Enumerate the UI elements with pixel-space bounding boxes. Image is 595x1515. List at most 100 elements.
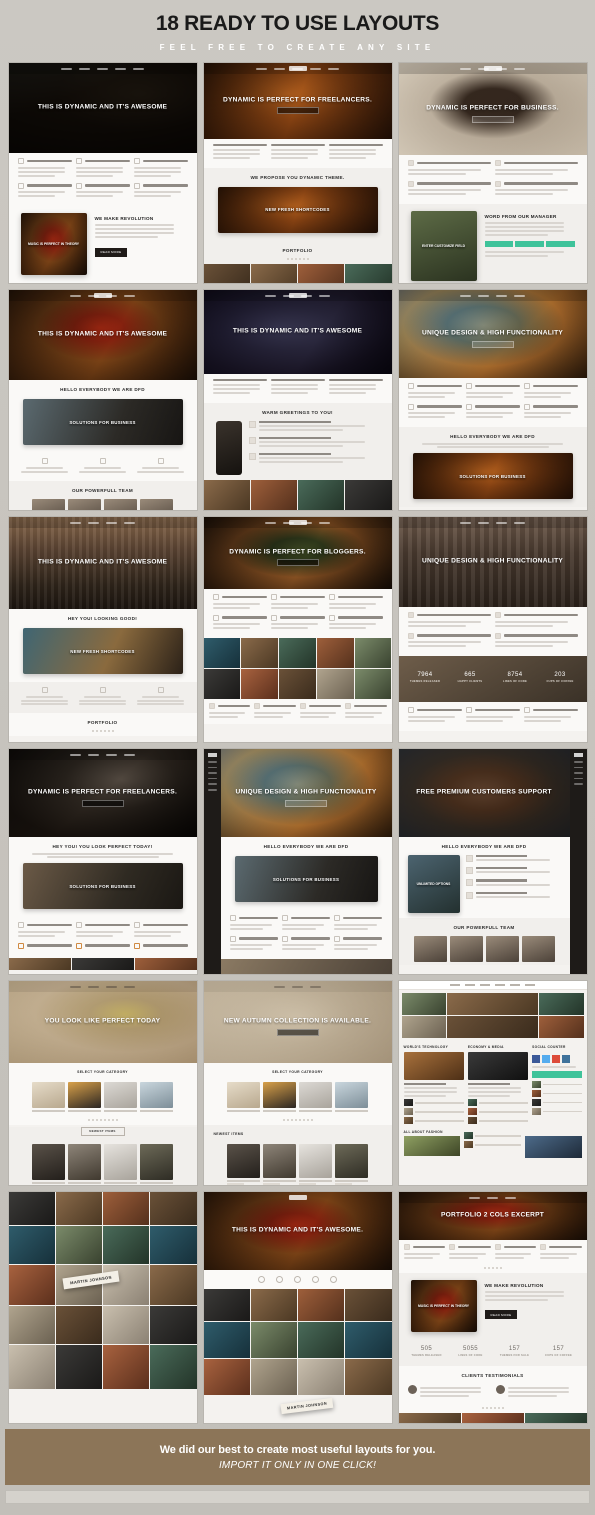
layout-thumbnail-5[interactable]: THIS IS DYNAMIC AND IT'S AWESOME WARM GR… <box>202 289 393 511</box>
portfolio-gallery[interactable] <box>8 958 197 970</box>
side-navigation[interactable] <box>569 749 587 974</box>
green-button[interactable] <box>545 241 575 247</box>
product-card[interactable] <box>263 1082 296 1112</box>
nav-link[interactable] <box>207 777 217 780</box>
post-list-item[interactable] <box>464 1132 521 1140</box>
product-card[interactable] <box>299 1082 332 1112</box>
layout-thumbnail-13[interactable]: YOU LOOK LIKE PERFECT TODAY SELECT YOUR … <box>7 980 198 1186</box>
layout-thumbnail-9[interactable]: UNIQUE DESIGN & HIGH FUNCTIONALITY 7964 T… <box>397 516 588 743</box>
post-image[interactable] <box>403 1052 464 1080</box>
hero-cta-button[interactable] <box>285 800 327 808</box>
hero-cta-button[interactable] <box>471 341 514 349</box>
nav-link[interactable] <box>573 761 583 763</box>
carousel-dots[interactable] <box>399 1265 587 1273</box>
layout-thumbnail-8[interactable]: DYNAMIC IS PERFECT FOR BLOGGERS. <box>202 516 393 743</box>
post-list-item[interactable] <box>532 1108 582 1115</box>
subscribe-button[interactable] <box>532 1071 582 1078</box>
nav-link[interactable] <box>207 788 217 791</box>
post-list-item[interactable] <box>467 1117 529 1125</box>
side-navigation[interactable] <box>203 749 221 974</box>
portfolio-gallery[interactable] <box>203 263 392 283</box>
layout-thumbnail-18[interactable]: PORTFOLIO 2 COLS EXCERPT MUSIC IS PERFEC… <box>397 1191 588 1424</box>
product-card[interactable] <box>104 1143 137 1185</box>
nav-link[interactable] <box>573 772 583 774</box>
category-row[interactable] <box>204 1077 392 1117</box>
layout-thumbnail-7[interactable]: THIS IS DYNAMIC AND IT'S AWESOME HEY YOU… <box>7 516 198 743</box>
hero-cta-button[interactable] <box>471 116 514 124</box>
layout-thumbnail-15[interactable]: WORLD'S TECHNOLOGY ECONOMY & MEDIA SOCIA… <box>397 980 588 1186</box>
product-card[interactable] <box>335 1143 368 1185</box>
carousel-dots[interactable] <box>204 1117 392 1125</box>
layout-thumbnail-4[interactable]: THIS IS DYNAMIC AND IT'S AWESOME HELLO E… <box>7 289 198 511</box>
nav-link[interactable] <box>207 761 217 763</box>
post-list-item[interactable] <box>467 1099 529 1107</box>
portfolio-masonry[interactable] <box>203 1289 392 1395</box>
product-card[interactable] <box>32 1143 65 1185</box>
post-list-item[interactable] <box>532 1081 582 1088</box>
layout-thumbnail-14[interactable]: NEW AUTUMN COLLECTION IS AVAILABLE. SELE… <box>202 980 393 1186</box>
hero-cta-button[interactable] <box>276 107 319 115</box>
facebook-icon[interactable] <box>532 1055 541 1063</box>
product-card[interactable] <box>140 1143 173 1185</box>
layout-thumbnail-12[interactable]: FREE PREMIUM CUSTOMERS SUPPORT HELLO EVE… <box>397 748 588 975</box>
products-row[interactable] <box>9 1139 197 1185</box>
filter-dots[interactable] <box>204 256 392 264</box>
post-list-item[interactable] <box>403 1099 464 1107</box>
post-list-item[interactable] <box>532 1090 582 1097</box>
product-card[interactable] <box>68 1082 101 1112</box>
green-button[interactable] <box>484 241 514 247</box>
product-card[interactable] <box>32 1082 65 1112</box>
layout-thumbnail-2[interactable]: DYNAMIC IS PERFECT FOR FREELANCERS. WE P… <box>202 62 393 284</box>
filter-dots[interactable] <box>9 728 197 736</box>
post-image[interactable] <box>403 1136 461 1157</box>
portfolio-masonry[interactable] <box>8 1192 197 1389</box>
nav-link[interactable] <box>207 766 217 769</box>
post-list-item[interactable] <box>403 1117 464 1125</box>
hero-cta-button[interactable] <box>276 558 319 566</box>
post-list-item[interactable] <box>532 1099 582 1106</box>
nav-link[interactable] <box>207 772 217 774</box>
nav-link[interactable] <box>573 777 583 780</box>
filter-dots[interactable] <box>399 1405 587 1413</box>
layout-thumbnail-1[interactable]: THIS IS DYNAMIC AND IT'S AWESOME MUSIC I… <box>7 62 198 284</box>
product-card[interactable] <box>68 1143 101 1185</box>
portfolio-gallery[interactable] <box>203 638 392 699</box>
green-button[interactable] <box>515 241 544 247</box>
layout-thumbnail-17[interactable]: THIS IS DYNAMIC AND IT'S AWESOME. MARTIN… <box>202 1191 393 1424</box>
layout-thumbnail-11[interactable]: UNIQUE DESIGN & HIGH FUNCTIONALITY HELLO… <box>202 748 393 975</box>
layout-thumbnail-10[interactable]: DYNAMIC IS PERFECT FOR FREELANCERS. HEY … <box>7 748 198 975</box>
carousel-dots[interactable] <box>9 1117 197 1125</box>
nav-link[interactable] <box>573 783 583 785</box>
post-list-item[interactable] <box>464 1141 521 1149</box>
twitter-icon[interactable] <box>542 1055 551 1063</box>
category-row[interactable] <box>9 1077 197 1117</box>
blog-navbar[interactable] <box>398 981 587 990</box>
products-row[interactable] <box>204 1139 392 1185</box>
blog-feature-gallery[interactable] <box>399 990 587 1041</box>
product-card[interactable] <box>104 1082 137 1112</box>
instagram-icon[interactable] <box>562 1055 571 1063</box>
nav-link[interactable] <box>573 766 583 769</box>
hero-cta-button[interactable] <box>276 1028 319 1036</box>
product-card[interactable] <box>263 1143 296 1185</box>
product-card[interactable] <box>227 1143 260 1185</box>
layout-thumbnail-6[interactable]: UNIQUE DESIGN & HIGH FUNCTIONALITY HELLO… <box>397 289 588 511</box>
social-icons[interactable] <box>532 1055 581 1063</box>
google-icon[interactable] <box>552 1055 561 1063</box>
layout-thumbnail-3[interactable]: DYNAMIC IS PERFECT FOR BUSINESS. ENTER C… <box>397 62 588 284</box>
product-card[interactable] <box>299 1143 332 1185</box>
portfolio-gallery[interactable] <box>203 479 392 510</box>
video-thumbnail[interactable] <box>524 1136 582 1159</box>
portfolio-gallery[interactable] <box>398 1412 587 1423</box>
product-card[interactable] <box>335 1082 368 1112</box>
post-list-item[interactable] <box>403 1108 464 1116</box>
product-card[interactable] <box>227 1082 260 1112</box>
video-thumbnail[interactable] <box>467 1052 529 1080</box>
read-more-button[interactable]: READ MORE <box>484 1310 518 1319</box>
read-more-button[interactable]: READ MORE <box>94 247 128 257</box>
layout-thumbnail-16[interactable]: MARTIN JOHNSON <box>7 1191 198 1424</box>
hero-cta-button[interactable] <box>81 800 124 808</box>
product-card[interactable] <box>140 1082 173 1112</box>
nav-link[interactable] <box>207 783 217 785</box>
post-list-item[interactable] <box>467 1108 529 1116</box>
